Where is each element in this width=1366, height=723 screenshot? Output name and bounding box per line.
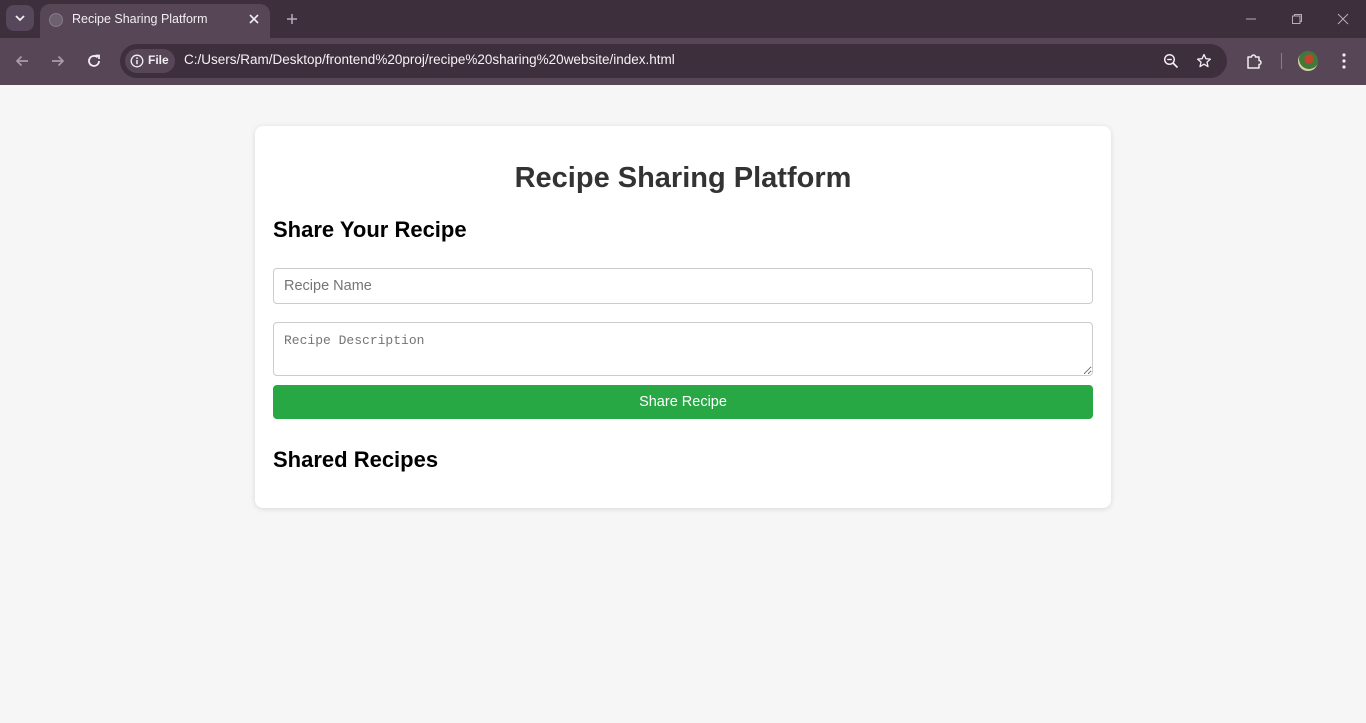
star-icon: [1196, 53, 1212, 68]
forward-button[interactable]: [46, 49, 70, 73]
profile-avatar[interactable]: [1298, 51, 1318, 71]
zoom-button[interactable]: [1161, 51, 1181, 71]
minimize-icon: [1246, 18, 1256, 20]
page-title: Recipe Sharing Platform: [514, 162, 852, 194]
url-text[interactable]: C:/Users/Ram/Desktop/frontend%20proj/rec…: [184, 52, 675, 67]
arrow-left-icon: [15, 55, 28, 67]
reload-icon: [88, 54, 100, 67]
restore-button[interactable]: [1286, 8, 1308, 30]
reload-button[interactable]: [82, 49, 106, 73]
recipe-card: Recipe Sharing Platform Share Your Recip…: [255, 126, 1111, 508]
minimize-button[interactable]: [1240, 8, 1262, 30]
more-vertical-icon: [1342, 53, 1346, 69]
tab-search-button[interactable]: [6, 5, 34, 31]
window-close-button[interactable]: [1332, 8, 1354, 30]
back-button[interactable]: [10, 49, 34, 73]
plus-icon: [287, 14, 297, 24]
tab-close-button[interactable]: [246, 11, 262, 27]
address-bar[interactable]: File C:/Users/Ram/Desktop/frontend%20pro…: [120, 44, 1227, 78]
zoom-out-icon: [1163, 53, 1179, 69]
info-icon: [130, 54, 144, 68]
extensions-button[interactable]: [1243, 50, 1265, 72]
puzzle-icon: [1247, 54, 1262, 69]
page-viewport: Recipe Sharing Platform Share Your Recip…: [0, 85, 1366, 723]
share-section-title: Share Your Recipe: [273, 217, 467, 242]
shared-recipes-title: Shared Recipes: [273, 447, 439, 472]
globe-icon: [49, 13, 63, 27]
close-icon: [249, 14, 259, 24]
new-tab-button[interactable]: [281, 8, 303, 30]
bookmark-button[interactable]: [1194, 51, 1214, 71]
toolbar-divider: [1281, 53, 1282, 69]
browser-tab-strip: Recipe Sharing Platform: [0, 0, 1366, 38]
recipe-name-input[interactable]: [273, 268, 1093, 304]
browser-menu-button[interactable]: [1333, 50, 1355, 72]
recipe-description-input[interactable]: [273, 322, 1093, 376]
share-recipe-button[interactable]: Share Recipe: [273, 385, 1093, 419]
tab-title: Recipe Sharing Platform: [72, 12, 208, 26]
chevron-down-icon: [15, 15, 25, 22]
restore-icon: [1292, 14, 1302, 24]
arrow-right-icon: [52, 55, 65, 67]
browser-toolbar: File C:/Users/Ram/Desktop/frontend%20pro…: [0, 38, 1366, 85]
site-chip-label: File: [148, 53, 169, 67]
close-icon: [1337, 13, 1349, 25]
site-info-chip[interactable]: File: [125, 49, 175, 73]
browser-tab-active[interactable]: Recipe Sharing Platform: [40, 4, 270, 38]
